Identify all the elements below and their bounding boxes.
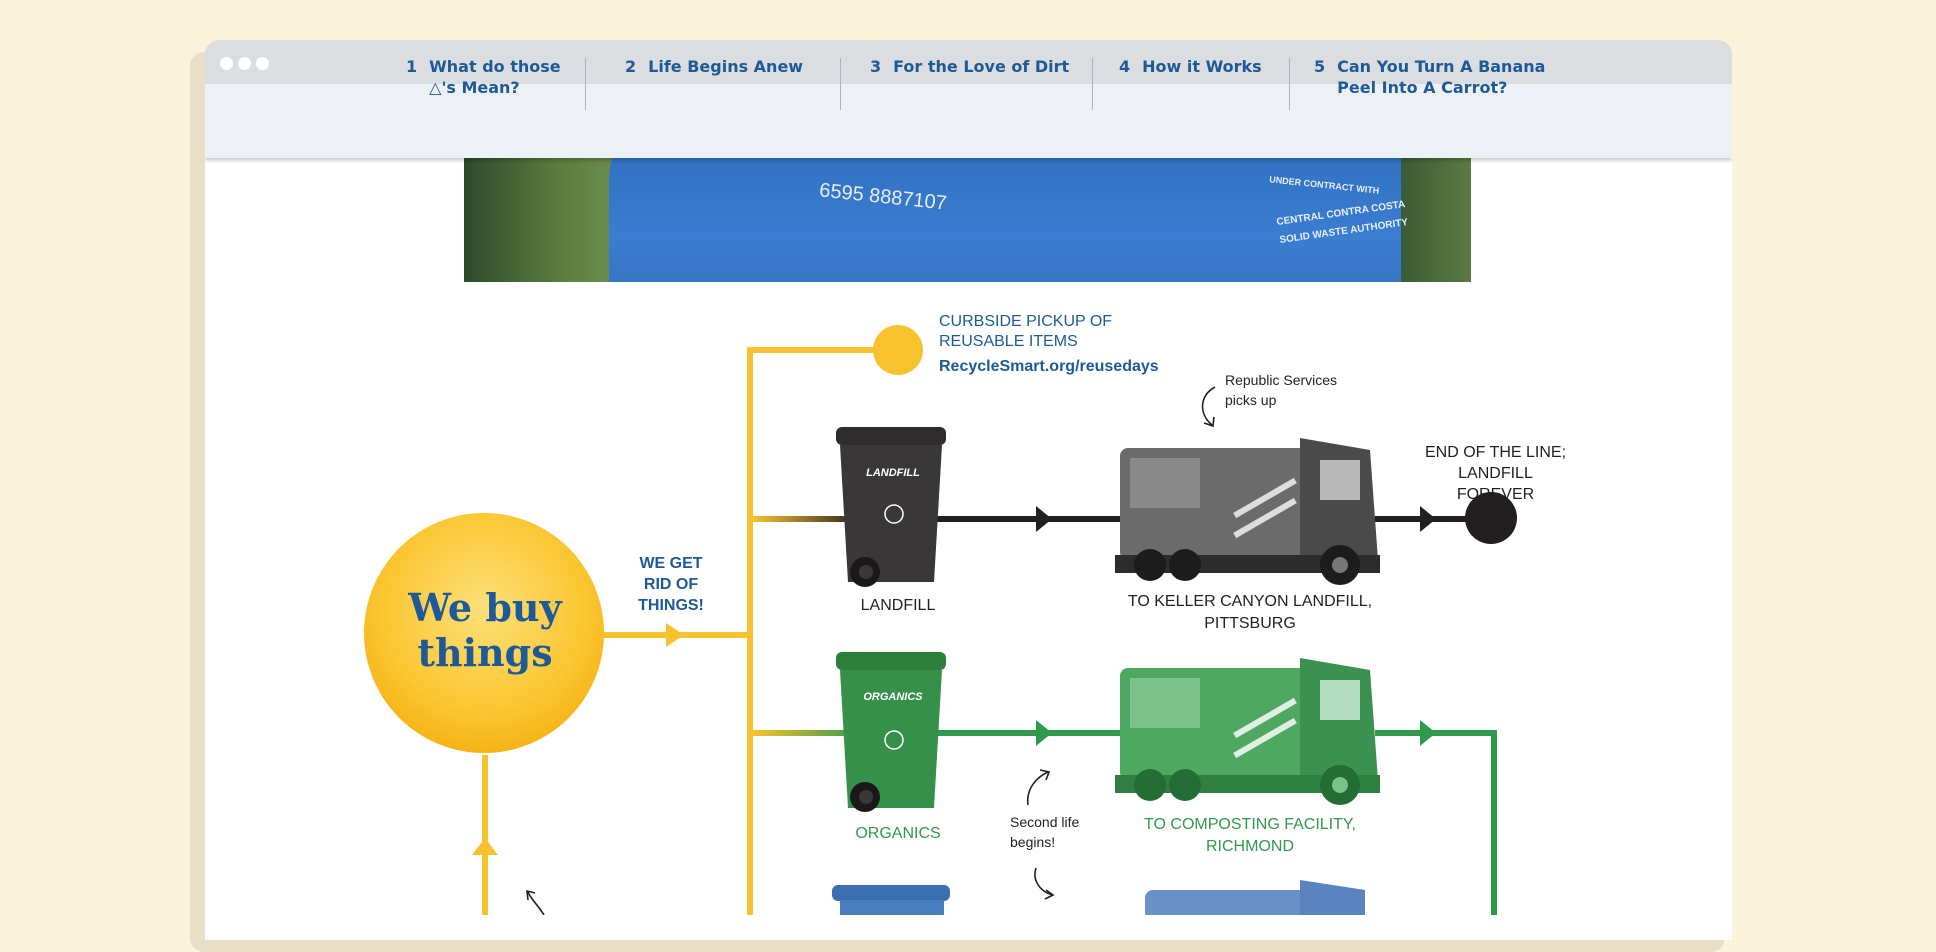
landfill-truck-icon bbox=[1115, 438, 1380, 585]
nav-number: 2 bbox=[625, 57, 637, 76]
second-life-note: Second life begins! bbox=[1010, 814, 1080, 850]
we-get-rid-label: WE GET RID OF THINGS! bbox=[638, 555, 704, 614]
organics-bin-lid-label: ORGANICS bbox=[863, 691, 923, 703]
nav-label: Life Begins Anew bbox=[648, 57, 804, 76]
recycling-bin-icon bbox=[832, 885, 950, 915]
nav-divider bbox=[840, 58, 841, 110]
bottom-arrow bbox=[527, 891, 545, 915]
nav-label: How it Works bbox=[1142, 57, 1262, 76]
nav-item-1[interactable]: 1 What do those △'s Mean? bbox=[406, 56, 576, 98]
organics-truck-icon bbox=[1115, 658, 1380, 805]
landfill-bin-label: LANDFILL bbox=[860, 597, 936, 614]
second-life-arrow-down bbox=[1034, 867, 1054, 896]
end-of-line-label: END OF THE LINE; LANDFILL FOREVER bbox=[1424, 444, 1567, 503]
nav-label: What do those △'s Mean? bbox=[429, 57, 561, 97]
nav-item-4[interactable]: 4 How it Works bbox=[1119, 56, 1262, 77]
landfill-bin-lid-label: LANDFILL bbox=[866, 467, 920, 479]
nav-label: For the Love of Dirt bbox=[893, 57, 1070, 76]
nav-divider bbox=[585, 58, 586, 110]
organics-bin-label: ORGANICS bbox=[855, 825, 941, 842]
landfill-destination-label: TO KELLER CANYON LANDFILL, PITTSBURG bbox=[1127, 593, 1373, 632]
nav-label: Can You Turn A Banana Peel Into A Carrot… bbox=[1337, 57, 1546, 97]
nav-number: 3 bbox=[870, 57, 882, 76]
curbside-pickup-title: CURBSIDE PICKUP OF REUSABLE ITEMS bbox=[939, 313, 1113, 350]
nav-number: 1 bbox=[406, 57, 418, 76]
nav-number: 4 bbox=[1119, 57, 1131, 76]
nav-item-2[interactable]: 2 Life Begins Anew bbox=[625, 56, 803, 77]
nav-divider bbox=[1289, 58, 1290, 110]
republic-services-note: Republic Services picks up bbox=[1225, 372, 1338, 408]
nav-item-3[interactable]: 3 For the Love of Dirt bbox=[870, 56, 1069, 77]
recycling-truck-icon bbox=[1145, 880, 1365, 915]
second-life-arrow-up bbox=[1026, 771, 1049, 806]
organics-destination-label: TO COMPOSTING FACILITY, RICHMOND bbox=[1144, 816, 1356, 855]
curbside-pickup-link[interactable]: RecycleSmart.org/reusedays bbox=[939, 358, 1159, 376]
nav-item-5[interactable]: 5 Can You Turn A Banana Peel Into A Carr… bbox=[1314, 56, 1554, 98]
landfill-bin-icon bbox=[836, 427, 946, 587]
nav-number: 5 bbox=[1314, 57, 1326, 76]
we-buy-things-label: We buy things bbox=[408, 585, 562, 675]
nav-divider bbox=[1092, 58, 1093, 110]
curbside-pickup-dot bbox=[873, 325, 923, 375]
organics-bin-icon bbox=[836, 652, 946, 812]
